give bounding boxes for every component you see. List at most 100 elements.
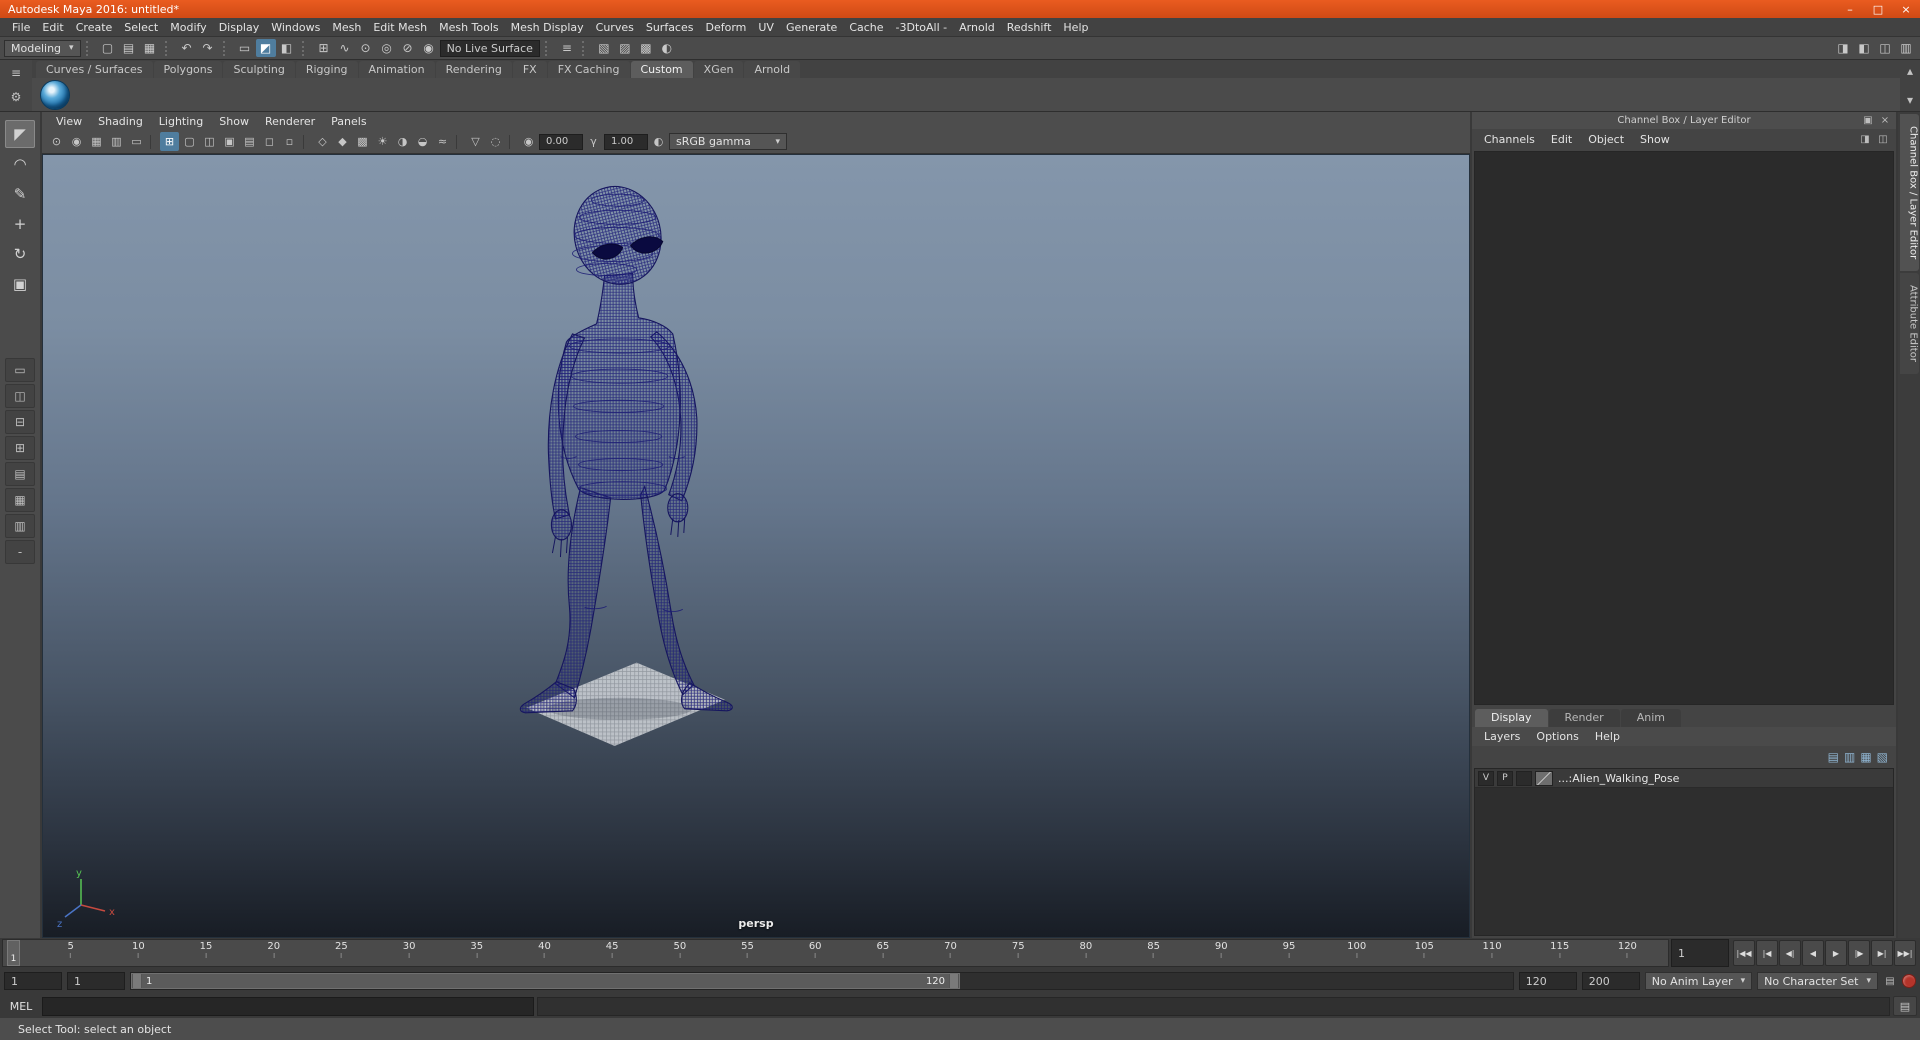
shelf-tab-fx-caching[interactable]: FX Caching — [548, 61, 630, 78]
ambient-occlusion-icon[interactable]: ◒ — [413, 132, 432, 151]
menu-edit-mesh[interactable]: Edit Mesh — [367, 19, 433, 36]
camera-attributes-icon[interactable]: ▦ — [87, 132, 106, 151]
lasso-tool-icon[interactable]: ◠ — [5, 150, 35, 178]
layer-tab-display[interactable]: Display — [1475, 709, 1548, 727]
panel-menu-show[interactable]: Show — [211, 113, 257, 130]
paint-selection-tool-icon[interactable]: ✎ — [5, 180, 35, 208]
menu-set-selector[interactable]: Modeling ▾ — [4, 40, 81, 57]
grid-toggle-icon[interactable]: ⊞ — [160, 132, 179, 151]
goto-end-button[interactable]: ▶▶| — [1894, 940, 1916, 966]
current-frame-field[interactable]: 1 — [1671, 939, 1729, 967]
viewport[interactable]: y x z persp — [42, 154, 1470, 938]
move-layer-down-icon[interactable]: ▥ — [1844, 750, 1855, 764]
construction-history-icon[interactable]: ≡ — [557, 39, 577, 57]
layer-display-type-toggle[interactable] — [1516, 771, 1532, 786]
layer-tab-anim[interactable]: Anim — [1621, 709, 1681, 727]
snap-projected-center-icon[interactable]: ◎ — [377, 39, 397, 57]
exposure-field[interactable]: 0.00 — [539, 134, 583, 150]
layer-menu-help[interactable]: Help — [1587, 728, 1628, 745]
shelf-tab-rigging[interactable]: Rigging — [296, 61, 358, 78]
range-slider-block[interactable]: 1 120 — [131, 973, 960, 989]
shelf-scroll-up-icon[interactable]: ▴ — [1901, 63, 1919, 79]
redo-icon[interactable]: ↷ — [198, 39, 218, 57]
menu-redshift[interactable]: Redshift — [1001, 19, 1058, 36]
select-hierarchy-icon[interactable]: ▭ — [235, 39, 255, 57]
rotate-tool-icon[interactable]: ↻ — [5, 240, 35, 268]
menu-3dtoall[interactable]: -3DtoAll - — [890, 19, 954, 36]
range-slider-trough[interactable]: 1 120 — [130, 972, 1514, 990]
layout-two-stacked-button[interactable]: ⊟ — [5, 410, 35, 434]
menu-edit[interactable]: Edit — [36, 19, 69, 36]
channelbox-menu-channels[interactable]: Channels — [1476, 131, 1543, 148]
layout-hypershade-button[interactable]: ▦ — [5, 488, 35, 512]
step-forward-frame-button[interactable]: |▶ — [1848, 940, 1870, 966]
render-settings-icon[interactable]: ◐ — [657, 39, 677, 57]
layout-single-pane-button[interactable]: ▭ — [5, 358, 35, 382]
animation-start-field[interactable]: 1 — [4, 972, 62, 990]
make-live-icon[interactable]: ◉ — [419, 39, 439, 57]
menu-surfaces[interactable]: Surfaces — [640, 19, 700, 36]
panel-menu-renderer[interactable]: Renderer — [257, 113, 323, 130]
toolbar-grip[interactable] — [545, 41, 552, 56]
side-tab-attribute-editor[interactable]: Attribute Editor — [1900, 273, 1919, 374]
toolbar-grip[interactable] — [86, 41, 93, 56]
live-surface-field[interactable]: No Live Surface — [440, 40, 540, 57]
channelbox-menu-show[interactable]: Show — [1632, 131, 1678, 148]
wireframe-mode-icon[interactable]: ◇ — [313, 132, 332, 151]
alien-wireframe-model[interactable] — [43, 155, 1469, 937]
layout-outliner-button[interactable]: ▤ — [5, 462, 35, 486]
layout-minus-button[interactable]: - — [5, 540, 35, 564]
new-layer-from-selected-icon[interactable]: ▧ — [1877, 750, 1888, 764]
script-editor-icon[interactable]: ▤ — [1893, 996, 1917, 1016]
minimize-button[interactable]: – — [1836, 0, 1864, 18]
motion-blur-icon[interactable]: ≈ — [433, 132, 452, 151]
menu-modify[interactable]: Modify — [164, 19, 212, 36]
ipr-render-icon[interactable]: ▩ — [636, 39, 656, 57]
menu-mesh-display[interactable]: Mesh Display — [505, 19, 590, 36]
toggle-attribute-editor-icon[interactable]: ◧ — [1854, 39, 1874, 57]
channel-list-area[interactable] — [1474, 151, 1894, 705]
select-tool-icon[interactable]: ◤ — [5, 120, 35, 148]
step-back-frame-button[interactable]: ◀| — [1779, 940, 1801, 966]
layer-menu-layers[interactable]: Layers — [1476, 728, 1528, 745]
move-tool-icon[interactable]: + — [5, 210, 35, 238]
menu-help[interactable]: Help — [1057, 19, 1094, 36]
menu-mesh-tools[interactable]: Mesh Tools — [433, 19, 505, 36]
gamma-icon[interactable]: γ — [584, 132, 603, 151]
shelf-tab-arnold[interactable]: Arnold — [744, 61, 800, 78]
range-end-handle[interactable] — [949, 974, 959, 988]
layout-persp-outliner-button[interactable]: ▥ — [5, 514, 35, 538]
shelf-tab-polygons[interactable]: Polygons — [154, 61, 223, 78]
menu-generate[interactable]: Generate — [780, 19, 843, 36]
panel-menu-lighting[interactable]: Lighting — [151, 113, 211, 130]
layout-four-pane-button[interactable]: ⊞ — [5, 436, 35, 460]
anim-layer-icon[interactable]: ▤ — [1883, 976, 1897, 987]
snap-point-icon[interactable]: ⊙ — [356, 39, 376, 57]
color-space-selector[interactable]: sRGB gamma ▾ — [669, 133, 787, 150]
menu-file[interactable]: File — [6, 19, 36, 36]
lights-mode-icon[interactable]: ☀ — [373, 132, 392, 151]
shelf-tab-curves-surfaces[interactable]: Curves / Surfaces — [36, 61, 153, 78]
auto-keyframe-toggle[interactable] — [1902, 974, 1916, 988]
shelf-tab-rendering[interactable]: Rendering — [436, 61, 512, 78]
layer-tab-render[interactable]: Render — [1549, 709, 1620, 727]
field-chart-icon[interactable]: ▤ — [240, 132, 259, 151]
camera-lock-icon[interactable]: ◉ — [67, 132, 86, 151]
gate-mask-icon[interactable]: ▣ — [220, 132, 239, 151]
menu-create[interactable]: Create — [70, 19, 119, 36]
new-scene-icon[interactable]: ▢ — [98, 39, 118, 57]
channelbox-menu-object[interactable]: Object — [1580, 131, 1632, 148]
shelf-scroll-down-icon[interactable]: ▾ — [1901, 92, 1919, 108]
animation-end-field[interactable]: 200 — [1582, 972, 1640, 990]
layer-name[interactable]: ...:Alien_Walking_Pose — [1556, 772, 1679, 785]
step-back-key-button[interactable]: |◀ — [1756, 940, 1778, 966]
panel-menu-view[interactable]: View — [48, 113, 90, 130]
camera-select-icon[interactable]: ⊙ — [47, 132, 66, 151]
shelf-tab-xgen[interactable]: XGen — [694, 61, 744, 78]
channel-speed-icon[interactable]: ◫ — [1876, 134, 1890, 145]
shelf-tab-fx[interactable]: FX — [513, 61, 547, 78]
panel-menu-shading[interactable]: Shading — [90, 113, 151, 130]
select-component-icon[interactable]: ◧ — [277, 39, 297, 57]
playback-start-field[interactable]: 1 — [67, 972, 125, 990]
command-line-language-toggle[interactable]: MEL — [3, 1000, 39, 1013]
